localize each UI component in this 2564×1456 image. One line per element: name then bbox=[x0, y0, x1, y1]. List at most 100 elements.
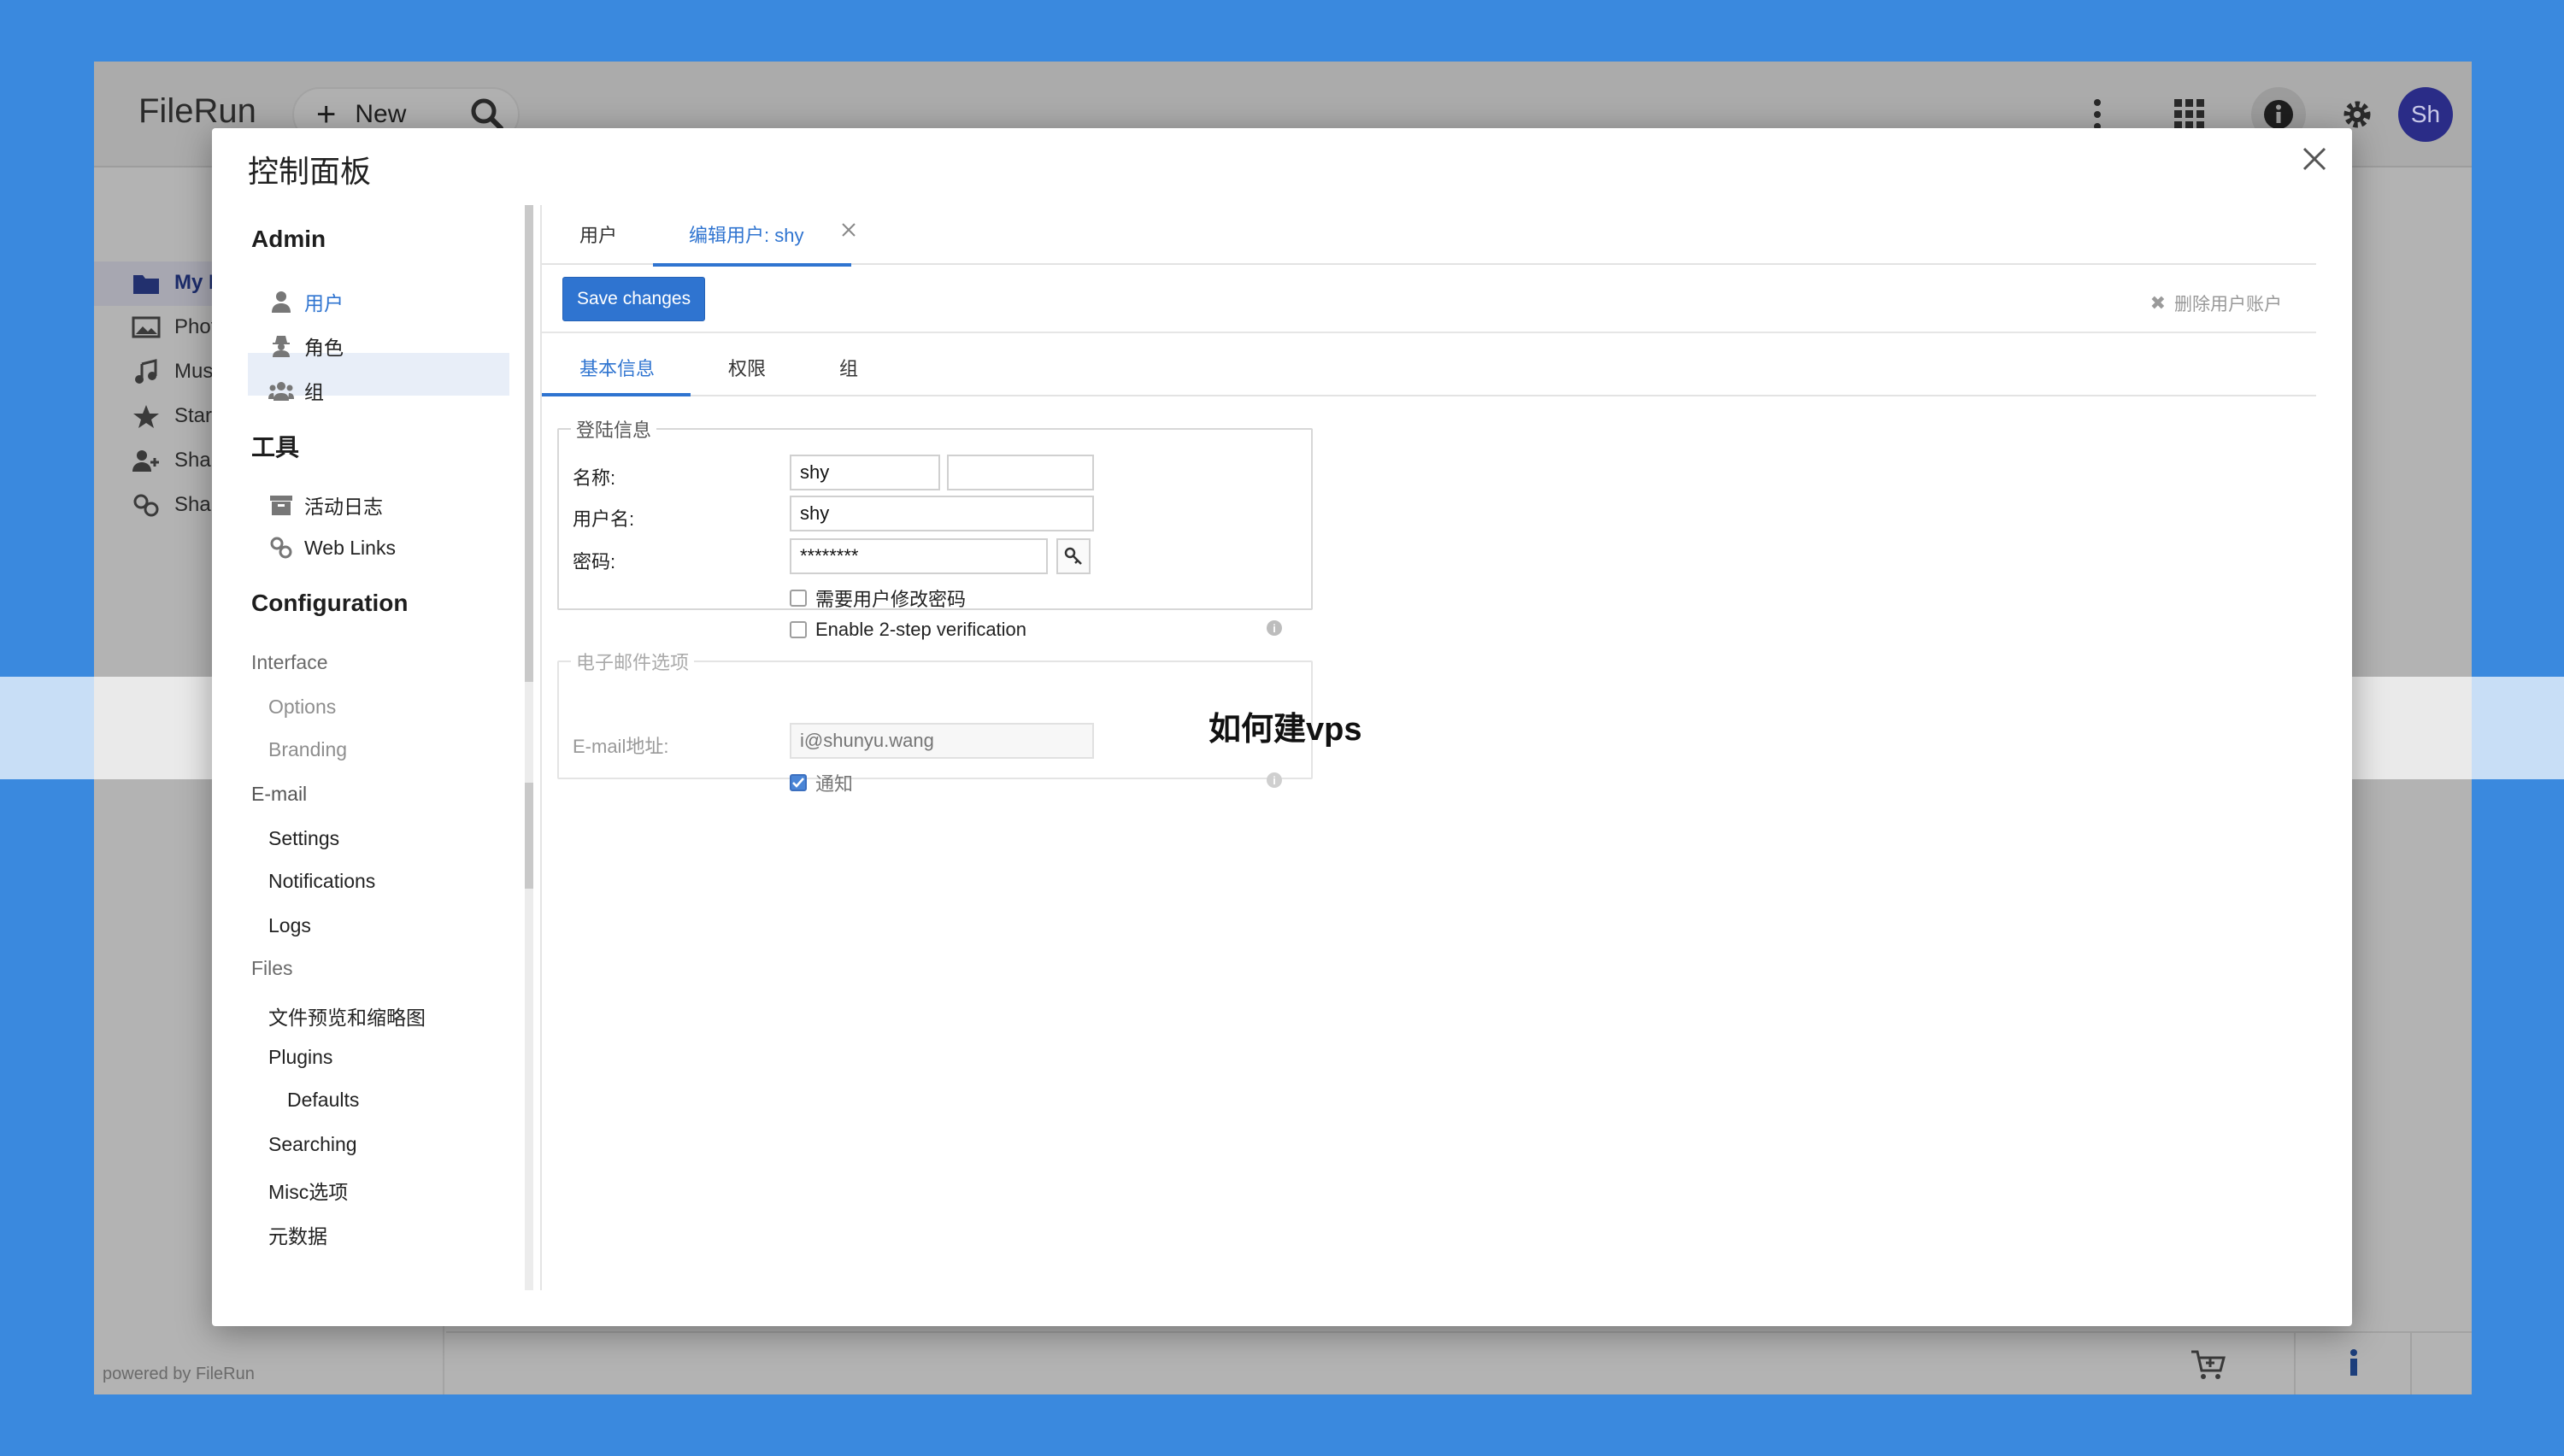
inner-tab-active-underline bbox=[542, 393, 691, 396]
email-address-input[interactable] bbox=[790, 723, 1094, 759]
nav-scrollbar[interactable] bbox=[525, 205, 533, 1290]
sidenav-item-music[interactable]: Mus bbox=[132, 359, 213, 385]
music-icon bbox=[135, 359, 157, 384]
info-circle-icon[interactable]: i bbox=[1267, 620, 1282, 636]
nav-item-metadata[interactable]: 元数据 bbox=[268, 1220, 327, 1249]
sidenav-item-starred[interactable]: Star bbox=[132, 403, 212, 429]
password-input[interactable] bbox=[790, 538, 1048, 574]
sidenav-label: Mus bbox=[174, 360, 214, 383]
powered-by-text: powered by FileRun bbox=[103, 1365, 255, 1383]
tab-basic-info[interactable]: 基本信息 bbox=[579, 354, 655, 381]
nav-item-email-settings[interactable]: Settings bbox=[268, 827, 339, 850]
username-label: 用户名: bbox=[573, 508, 635, 530]
watermark-text: 如何建vps bbox=[1208, 712, 1362, 748]
sidenav-label: Star bbox=[174, 404, 213, 427]
plus-icon: + bbox=[316, 96, 337, 133]
email-address-label: E-mail地址: bbox=[573, 736, 669, 757]
nav-item-label: Web Links bbox=[304, 536, 396, 559]
close-icon[interactable] bbox=[2299, 144, 2330, 174]
checkbox-label: Enable 2-step verification bbox=[815, 619, 1027, 640]
save-changes-button[interactable]: Save changes bbox=[562, 277, 706, 321]
tab-edit-user[interactable]: 编辑用户: shy bbox=[689, 220, 803, 248]
sidenav-label: Phot bbox=[174, 315, 217, 338]
nav-item-users[interactable]: 用户 bbox=[268, 287, 344, 316]
delete-user-label: 删除用户账户 bbox=[2174, 295, 2282, 314]
username-input[interactable] bbox=[790, 496, 1094, 531]
users-icon bbox=[268, 378, 294, 403]
nav-item-web-links[interactable]: Web Links bbox=[268, 535, 396, 561]
top-tabs: 用户 编辑用户: shy bbox=[542, 203, 2316, 267]
link-icon bbox=[133, 494, 159, 517]
password-label: 密码: bbox=[573, 551, 616, 572]
nav-group-files[interactable]: Files bbox=[251, 957, 293, 980]
tab-groups[interactable]: 组 bbox=[839, 354, 858, 381]
nav-item-branding[interactable]: Branding bbox=[268, 738, 347, 761]
new-button-label: New bbox=[355, 100, 407, 128]
user-icon bbox=[268, 289, 294, 314]
tab-users[interactable]: 用户 bbox=[579, 220, 617, 248]
email-options-legend: 电子邮件选项 bbox=[576, 652, 690, 673]
last-name-input[interactable] bbox=[947, 455, 1094, 490]
name-label: 名称: bbox=[573, 467, 616, 489]
nav-heading-admin: Admin bbox=[251, 226, 326, 252]
checkbox-box[interactable] bbox=[790, 590, 807, 607]
nav-group-email[interactable]: E-mail bbox=[251, 783, 307, 806]
user-add-icon bbox=[132, 450, 159, 472]
email-options-fieldset: 电子邮件选项 bbox=[557, 648, 1313, 779]
first-name-input[interactable] bbox=[790, 455, 940, 490]
nav-group-interface[interactable]: Interface bbox=[251, 651, 328, 674]
sidenav-item-shared-with-me[interactable]: Shar bbox=[132, 448, 218, 473]
two-step-verification-checkbox[interactable]: Enable 2-step verification bbox=[790, 619, 1026, 641]
user-secret-icon bbox=[268, 333, 294, 359]
link-icon bbox=[268, 535, 294, 561]
checkbox-box[interactable] bbox=[790, 621, 807, 638]
checkbox-label: 通知 bbox=[815, 773, 854, 795]
nav-item-groups[interactable]: 组 bbox=[268, 376, 324, 405]
nav-scrollbar-thumb-lower[interactable] bbox=[525, 783, 533, 889]
info-icon bbox=[2264, 100, 2293, 129]
star-icon bbox=[133, 405, 159, 428]
nav-item-label: 角色 bbox=[304, 337, 344, 359]
nav-item-file-previews[interactable]: 文件预览和缩略图 bbox=[268, 1001, 426, 1030]
info-circle-icon[interactable]: i bbox=[1267, 772, 1282, 788]
control-panel-nav bbox=[212, 203, 537, 1323]
checkbox-label: 需要用户修改密码 bbox=[815, 589, 967, 610]
app-bottom-bar bbox=[446, 1331, 2472, 1394]
nav-item-misc-options[interactable]: Misc选项 bbox=[268, 1176, 348, 1205]
generate-password-button[interactable] bbox=[1056, 538, 1091, 574]
nav-item-roles[interactable]: 角色 bbox=[268, 332, 344, 361]
nav-item-label: 组 bbox=[304, 381, 324, 403]
login-info-legend: 登陆信息 bbox=[576, 420, 652, 441]
edit-toolbar: Save changes ✖ 删除用户账户 bbox=[542, 265, 2316, 333]
nav-item-searching[interactable]: Searching bbox=[268, 1133, 357, 1156]
delete-user-link[interactable]: ✖ 删除用户账户 bbox=[2150, 291, 2282, 316]
image-icon bbox=[132, 316, 161, 338]
notify-checkbox[interactable]: 通知 bbox=[790, 769, 853, 796]
edit-user-panel: 用户 编辑用户: shy Save changes ✖ 删除用户账户 基本信息 … bbox=[542, 203, 2316, 1314]
tab-permissions[interactable]: 权限 bbox=[728, 354, 766, 381]
sidenav-item-my-files[interactable]: My F bbox=[132, 270, 221, 296]
nav-item-email-logs[interactable]: Logs bbox=[268, 914, 311, 937]
nav-heading-tools: 工具 bbox=[251, 434, 300, 461]
nav-item-options[interactable]: Options bbox=[268, 696, 336, 719]
dialog-title: 控制面板 bbox=[248, 154, 372, 189]
key-icon bbox=[1064, 547, 1082, 565]
bottom-tab-info[interactable] bbox=[2294, 1331, 2412, 1394]
info-small-icon bbox=[2350, 1349, 2357, 1376]
nav-item-plugins[interactable]: Plugins bbox=[268, 1046, 332, 1069]
inner-tabs: 基本信息 权限 组 bbox=[542, 333, 2316, 396]
user-avatar[interactable]: Sh bbox=[2398, 87, 2453, 142]
cart-add-icon[interactable] bbox=[2190, 1348, 2227, 1383]
nav-scrollbar-thumb[interactable] bbox=[525, 205, 533, 682]
tab-close-icon[interactable] bbox=[839, 220, 858, 239]
nav-item-email-notifications[interactable]: Notifications bbox=[268, 870, 375, 893]
nav-item-activity-log[interactable]: 活动日志 bbox=[268, 490, 383, 520]
sidenav-item-shared-links[interactable]: Shar bbox=[132, 492, 218, 518]
require-password-change-checkbox[interactable]: 需要用户修改密码 bbox=[790, 584, 966, 612]
checkbox-box-checked[interactable] bbox=[790, 774, 807, 791]
folder-icon bbox=[133, 275, 159, 294]
nav-heading-configuration: Configuration bbox=[251, 590, 409, 616]
delete-x-icon: ✖ bbox=[2149, 292, 2166, 314]
nav-item-defaults[interactable]: Defaults bbox=[287, 1089, 359, 1112]
sidenav-item-photos[interactable]: Phot bbox=[132, 314, 216, 340]
